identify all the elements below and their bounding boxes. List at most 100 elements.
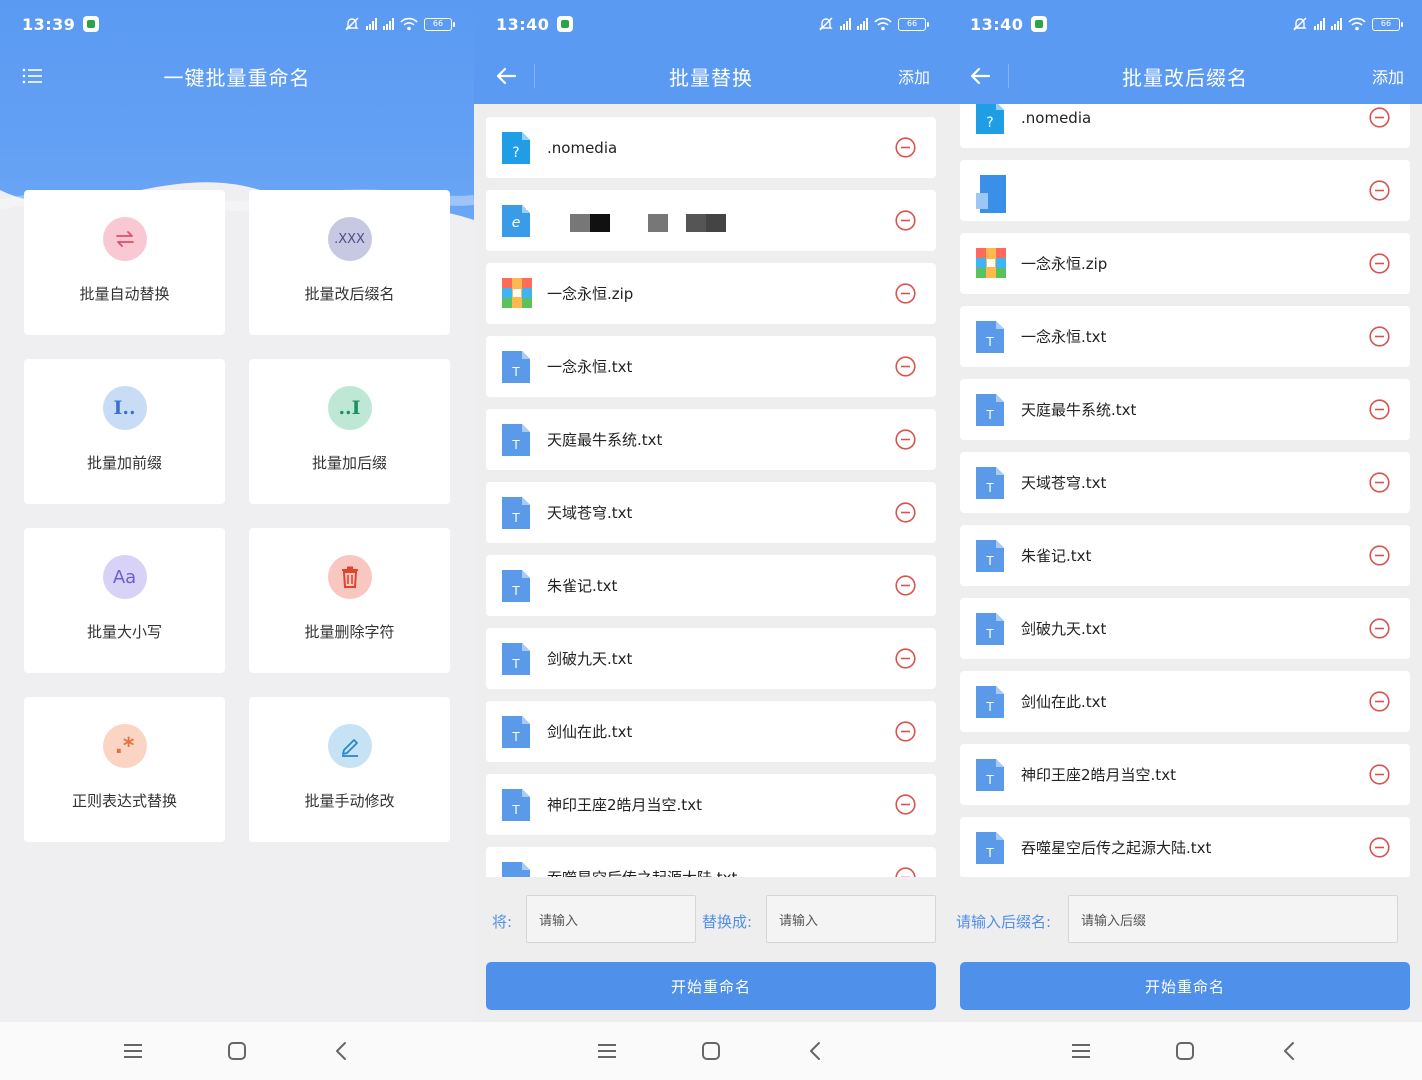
page-title: 一键批量重命名 (163, 65, 311, 90)
remove-circle-icon[interactable] (1369, 180, 1390, 201)
nav-home-icon[interactable] (696, 1036, 726, 1066)
list-item[interactable] (960, 160, 1410, 221)
card-label: 批量删除字符 (304, 623, 395, 641)
divider (1008, 64, 1009, 88)
folder-file-icon (976, 174, 1006, 213)
back-arrow-icon[interactable] (966, 62, 994, 90)
remove-circle-icon[interactable] (895, 283, 916, 304)
remove-circle-icon[interactable] (895, 794, 916, 815)
signal-5g-icon (840, 18, 851, 30)
list-item[interactable]: T 天庭最牛系统.txt (960, 379, 1410, 440)
card-batch-change-suffix[interactable]: .XXX 批量改后缀名 (249, 190, 450, 335)
remove-circle-icon[interactable] (1369, 107, 1390, 128)
card-batch-auto-replace[interactable]: 批量自动替换 (24, 190, 225, 335)
nav-back-icon[interactable] (1274, 1036, 1304, 1066)
list-item[interactable]: ? .nomedia (960, 104, 1410, 148)
nav-menu-icon[interactable] (118, 1036, 148, 1066)
nav-menu-icon[interactable] (1066, 1036, 1096, 1066)
zip-file-icon (502, 277, 532, 310)
suffix-label: 请输入后缀名: (956, 913, 1052, 931)
svg-text:T: T (985, 773, 994, 787)
file-list[interactable]: ? .nomedia e 一念永恒.zip T 一念永恒.txt T 天庭最牛系… (474, 104, 948, 877)
remove-circle-icon[interactable] (1369, 764, 1390, 785)
remove-circle-icon[interactable] (1369, 545, 1390, 566)
list-item[interactable]: T 天庭最牛系统.txt (486, 409, 936, 470)
list-item[interactable]: T 一念永恒.txt (960, 306, 1410, 367)
signal-g-icon (383, 18, 394, 30)
nav-home-icon[interactable] (1170, 1036, 1200, 1066)
list-item[interactable]: T 剑仙在此.txt (960, 671, 1410, 732)
list-item[interactable]: T 朱雀记.txt (486, 555, 936, 616)
zip-file-icon (976, 247, 1006, 280)
remove-circle-icon[interactable] (895, 648, 916, 669)
remove-circle-icon[interactable] (895, 575, 916, 596)
card-label: 批量改后缀名 (304, 285, 395, 303)
remove-circle-icon[interactable] (1369, 326, 1390, 347)
file-list[interactable]: ? .nomedia 一念永恒.zip T 一念永恒.txt T 天庭最牛系统.… (948, 104, 1422, 877)
status-icons: 66 (344, 16, 455, 32)
remove-circle-icon[interactable] (895, 867, 916, 877)
remove-circle-icon[interactable] (895, 721, 916, 742)
status-bar: 13:40 66 (948, 0, 1422, 48)
remove-circle-icon[interactable] (895, 429, 916, 450)
list-item[interactable]: T 剑破九天.txt (960, 598, 1410, 659)
list-item[interactable]: ? .nomedia (486, 117, 936, 178)
remove-circle-icon[interactable] (895, 137, 916, 158)
list-item[interactable]: T 天域苍穹.txt (486, 482, 936, 543)
list-item[interactable]: 一念永恒.zip (486, 263, 936, 324)
wifi-icon (874, 17, 892, 31)
signal-5g-icon (366, 18, 377, 30)
start-rename-button[interactable]: 开始重命名 (486, 962, 936, 1010)
txt-file-icon: T (502, 569, 530, 602)
list-item[interactable]: T 神印王座2皓月当空.txt (960, 744, 1410, 805)
suffix-xxx-icon: .XXX (327, 217, 372, 261)
nav-menu-icon[interactable] (592, 1036, 622, 1066)
redaction-block (706, 214, 726, 232)
list-item[interactable]: T 朱雀记.txt (960, 525, 1410, 586)
list-item[interactable]: T 剑破九天.txt (486, 628, 936, 689)
list-item[interactable]: T 天域苍穹.txt (960, 452, 1410, 513)
add-button[interactable]: 添加 (898, 64, 930, 88)
list-item[interactable]: T 神印王座2皓月当空.txt (486, 774, 936, 835)
list-item[interactable]: T 吞噬星空后传之起源大陆.txt (486, 847, 936, 877)
list-menu-icon[interactable] (18, 62, 46, 90)
file-name: 天庭最牛系统.txt (547, 431, 663, 449)
file-name: 一念永恒.zip (1021, 255, 1108, 273)
list-item[interactable]: T 吞噬星空后传之起源大陆.txt (960, 817, 1410, 877)
remove-circle-icon[interactable] (895, 502, 916, 523)
list-item[interactable]: 一念永恒.zip (960, 233, 1410, 294)
remove-circle-icon[interactable] (1369, 399, 1390, 420)
start-rename-button[interactable]: 开始重命名 (960, 962, 1410, 1010)
nav-back-icon[interactable] (326, 1036, 356, 1066)
to-input[interactable]: 请输入 (766, 895, 936, 943)
nav-home-icon[interactable] (222, 1036, 252, 1066)
from-input[interactable]: 请输入 (526, 895, 696, 943)
add-button[interactable]: 添加 (1372, 64, 1404, 88)
card-batch-add-suffix[interactable]: ..I 批量加后缀 (249, 359, 450, 504)
remove-circle-icon[interactable] (1369, 618, 1390, 639)
remove-circle-icon[interactable] (895, 210, 916, 231)
remove-circle-icon[interactable] (1369, 253, 1390, 274)
card-manual-edit[interactable]: 批量手动修改 (249, 697, 450, 842)
suffix-input[interactable]: 请输入后缀 (1068, 895, 1398, 943)
file-name: 剑仙在此.txt (547, 723, 633, 741)
list-item[interactable]: T 剑仙在此.txt (486, 701, 936, 762)
mute-bell-icon (1293, 17, 1307, 31)
card-batch-case[interactable]: Aa 批量大小写 (24, 528, 225, 673)
card-batch-delete-chars[interactable]: 批量删除字符 (249, 528, 450, 673)
svg-text:T: T (511, 365, 520, 379)
card-batch-add-prefix[interactable]: I.. 批量加前缀 (24, 359, 225, 504)
svg-text:T: T (985, 627, 994, 641)
list-item[interactable]: T 一念永恒.txt (486, 336, 936, 397)
remove-circle-icon[interactable] (1369, 691, 1390, 712)
list-item[interactable]: e (486, 190, 936, 251)
nav-back-icon[interactable] (800, 1036, 830, 1066)
card-regex-replace[interactable]: .* 正则表达式替换 (24, 697, 225, 842)
txt-file-icon: T (976, 685, 1004, 718)
trash-icon (327, 555, 372, 599)
file-name: 剑破九天.txt (1021, 620, 1107, 638)
back-arrow-icon[interactable] (492, 62, 520, 90)
remove-circle-icon[interactable] (1369, 837, 1390, 858)
remove-circle-icon[interactable] (1369, 472, 1390, 493)
remove-circle-icon[interactable] (895, 356, 916, 377)
